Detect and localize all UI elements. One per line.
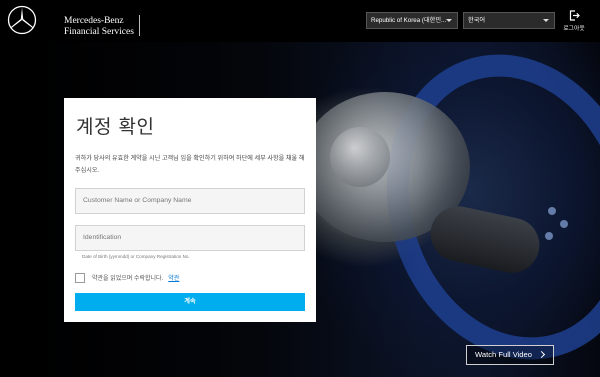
card-title: 계정 확인 — [76, 116, 155, 138]
logout-label: 로그아웃 — [563, 26, 585, 32]
brand-name[interactable]: Mercedes-Benz Financial Services — [64, 16, 134, 38]
terms-row: 약관을 읽었으며 수락합니다. 약관 — [75, 272, 179, 283]
account-verification-card: 계정 확인 귀하가 당사의 유효한 계약을 시닌 고객님 임을 확인하기 위하여… — [64, 98, 316, 322]
header: Mercedes-Benz Financial Services Republi… — [0, 0, 600, 42]
brand-line1: Mercedes-Benz — [64, 16, 124, 26]
card-description: 귀하가 당사의 유효한 계약을 시닌 고객님 임을 확인하기 위하여 하단에 세… — [75, 155, 305, 174]
terms-checkbox[interactable] — [75, 272, 85, 283]
identification-placeholder: Identification — [83, 234, 122, 241]
language-select-value: 한국어 — [468, 17, 486, 24]
customer-name-placeholder: Customer Name or Company Name — [83, 197, 192, 204]
terms-link[interactable]: 약관 — [168, 273, 179, 282]
watch-video-label: Watch Full Video — [475, 350, 532, 359]
customer-name-input[interactable]: Customer Name or Company Name — [75, 188, 305, 214]
chevron-down-icon — [543, 19, 549, 22]
identification-hint: Date of Birth (yymmdd) or Company Regist… — [82, 254, 190, 259]
country-select-value: Republic of Korea (대한민... — [371, 17, 447, 24]
terms-label: 약관을 읽었으며 수락합니다. — [92, 276, 164, 282]
logout-button[interactable]: 로그아웃 — [563, 10, 585, 32]
language-select[interactable]: 한국어 — [463, 12, 555, 29]
mercedes-star-logo[interactable] — [7, 5, 37, 35]
continue-button[interactable]: 계속 — [75, 293, 305, 311]
country-select[interactable]: Republic of Korea (대한민... — [366, 12, 458, 29]
brand-line2: Financial Services — [64, 27, 134, 37]
chevron-right-icon — [537, 350, 546, 359]
logout-icon — [569, 10, 580, 21]
chevron-down-icon — [446, 19, 452, 22]
watch-video-button[interactable]: Watch Full Video — [466, 345, 554, 365]
brand-divider — [139, 15, 140, 36]
identification-input[interactable]: Identification — [75, 225, 305, 251]
